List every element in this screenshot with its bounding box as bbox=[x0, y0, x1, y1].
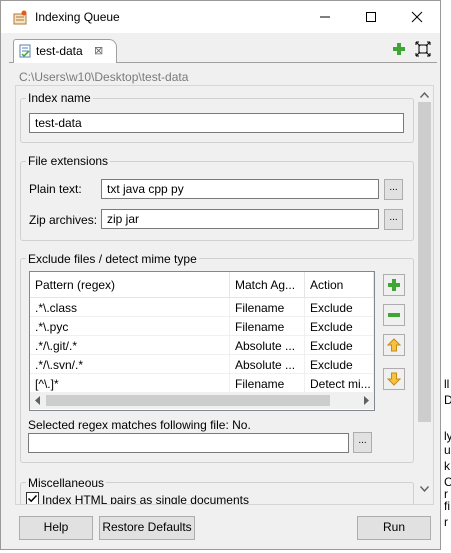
help-button[interactable]: Help bbox=[19, 516, 93, 540]
match-cell: Filename bbox=[230, 374, 305, 393]
checkmark-icon bbox=[27, 494, 38, 503]
add-pattern-button[interactable] bbox=[383, 274, 405, 296]
tab-bar: test-data ⊠ bbox=[9, 37, 437, 63]
app-icon bbox=[13, 10, 27, 25]
maximize-icon bbox=[366, 12, 376, 22]
scroll-up-icon[interactable] bbox=[420, 92, 429, 98]
table-scroll-thumb[interactable] bbox=[46, 395, 330, 406]
match-cell: Absolute ... bbox=[230, 336, 305, 355]
match-cell: Absolute ... bbox=[230, 355, 305, 374]
index-html-pairs-label[interactable]: Index HTML pairs as single documents bbox=[42, 493, 249, 504]
minimize-button[interactable] bbox=[302, 1, 348, 33]
zip-archives-label: Zip archives: bbox=[29, 213, 98, 227]
pattern-cell: .*\.class bbox=[30, 298, 230, 317]
file-extensions-group bbox=[20, 161, 414, 241]
column-header-action[interactable]: Action bbox=[305, 272, 374, 298]
close-button[interactable] bbox=[394, 1, 440, 33]
zip-archives-input[interactable]: zip jar bbox=[101, 209, 379, 229]
add-icon bbox=[388, 279, 400, 291]
restore-defaults-button[interactable]: Restore Defaults bbox=[99, 516, 195, 540]
scroll-down-icon[interactable] bbox=[420, 486, 429, 492]
table-horizontal-scrollbar[interactable] bbox=[30, 392, 374, 409]
tab-close-icon[interactable]: ⊠ bbox=[94, 44, 103, 57]
bg-text: r bbox=[444, 515, 448, 529]
miscellaneous-title: Miscellaneous bbox=[26, 476, 107, 490]
tab-label: test-data bbox=[36, 44, 83, 58]
pattern-cell: [^\.]* bbox=[30, 374, 230, 393]
add-tab-icon[interactable] bbox=[391, 41, 407, 57]
scroll-left-icon[interactable] bbox=[34, 396, 42, 405]
move-up-button[interactable] bbox=[383, 334, 405, 356]
match-cell: Filename bbox=[230, 317, 305, 336]
action-cell: Exclude bbox=[305, 298, 374, 317]
config-vertical-scrollbar[interactable] bbox=[416, 86, 433, 504]
arrow-down-icon bbox=[387, 372, 401, 386]
action-cell: Exclude bbox=[305, 317, 374, 336]
tab-test-data[interactable]: test-data ⊠ bbox=[13, 39, 117, 63]
run-button[interactable]: Run bbox=[357, 516, 431, 540]
remove-pattern-button[interactable] bbox=[383, 304, 405, 326]
window-title: Indexing Queue bbox=[35, 10, 120, 24]
table-row[interactable]: [^\.]* Filename Detect mi... bbox=[30, 374, 374, 393]
document-check-icon bbox=[19, 44, 31, 58]
bg-text: ly bbox=[444, 429, 451, 443]
scroll-right-icon[interactable] bbox=[362, 396, 370, 405]
action-cell: Detect mi... bbox=[305, 374, 374, 393]
action-cell: Exclude bbox=[305, 336, 374, 355]
remove-icon bbox=[388, 313, 400, 317]
table-row[interactable]: .*/\.git/.* Absolute ... Exclude bbox=[30, 336, 374, 355]
pattern-cell: .*/\.git/.* bbox=[30, 336, 230, 355]
background-window: ll D ly u k C r fi r bbox=[441, 360, 451, 553]
bg-text: u bbox=[444, 443, 451, 457]
config-scroll-area[interactable]: Index name test-data File extensions Pla… bbox=[15, 85, 434, 505]
index-name-title: Index name bbox=[26, 91, 93, 105]
close-icon bbox=[411, 11, 423, 23]
bg-text: D bbox=[444, 393, 451, 407]
plain-text-label: Plain text: bbox=[29, 182, 82, 196]
bg-text: k bbox=[444, 459, 450, 473]
pattern-cell: .*/\.svn/.* bbox=[30, 355, 230, 374]
exclude-files-title: Exclude files / detect mime type bbox=[26, 252, 199, 266]
column-header-match[interactable]: Match Ag... bbox=[230, 272, 305, 298]
minimize-icon bbox=[320, 16, 330, 18]
pattern-cell: .*\.pyc bbox=[30, 317, 230, 336]
plain-text-browse-button[interactable]: ... bbox=[384, 179, 403, 200]
title-bar[interactable]: Indexing Queue bbox=[1, 1, 440, 33]
action-cell: Exclude bbox=[305, 355, 374, 374]
indexing-queue-window: Indexing Queue test-data ⊠ C:\Users\w10\… bbox=[0, 0, 441, 550]
expand-icon[interactable] bbox=[415, 41, 431, 57]
column-header-pattern[interactable]: Pattern (regex) bbox=[30, 272, 230, 298]
bg-text: fi bbox=[444, 499, 450, 513]
match-cell: Filename bbox=[230, 298, 305, 317]
plain-text-input[interactable]: txt java cpp py bbox=[101, 179, 379, 199]
arrow-up-icon bbox=[387, 338, 401, 352]
index-name-input[interactable]: test-data bbox=[29, 113, 404, 133]
file-extensions-title: File extensions bbox=[26, 154, 111, 168]
regex-file-browse-button[interactable]: ... bbox=[353, 432, 372, 453]
table-row[interactable]: .*\.class Filename Exclude bbox=[30, 298, 374, 317]
maximize-button[interactable] bbox=[348, 1, 394, 33]
config-scroll-thumb[interactable] bbox=[418, 102, 431, 422]
move-down-button[interactable] bbox=[383, 368, 405, 390]
exclude-patterns-table[interactable]: Pattern (regex) Match Ag... Action .*\.c… bbox=[29, 271, 375, 411]
zip-archives-browse-button[interactable]: ... bbox=[384, 209, 403, 230]
folder-path: C:\Users\w10\Desktop\test-data bbox=[19, 70, 189, 84]
index-html-pairs-checkbox[interactable] bbox=[26, 492, 39, 504]
bg-text: ll bbox=[444, 377, 450, 391]
table-row[interactable]: .*\.pyc Filename Exclude bbox=[30, 317, 374, 336]
table-row[interactable]: .*/\.svn/.* Absolute ... Exclude bbox=[30, 355, 374, 374]
regex-match-status: Selected regex matches following file: N… bbox=[28, 418, 251, 432]
regex-test-file-input[interactable] bbox=[28, 433, 349, 453]
